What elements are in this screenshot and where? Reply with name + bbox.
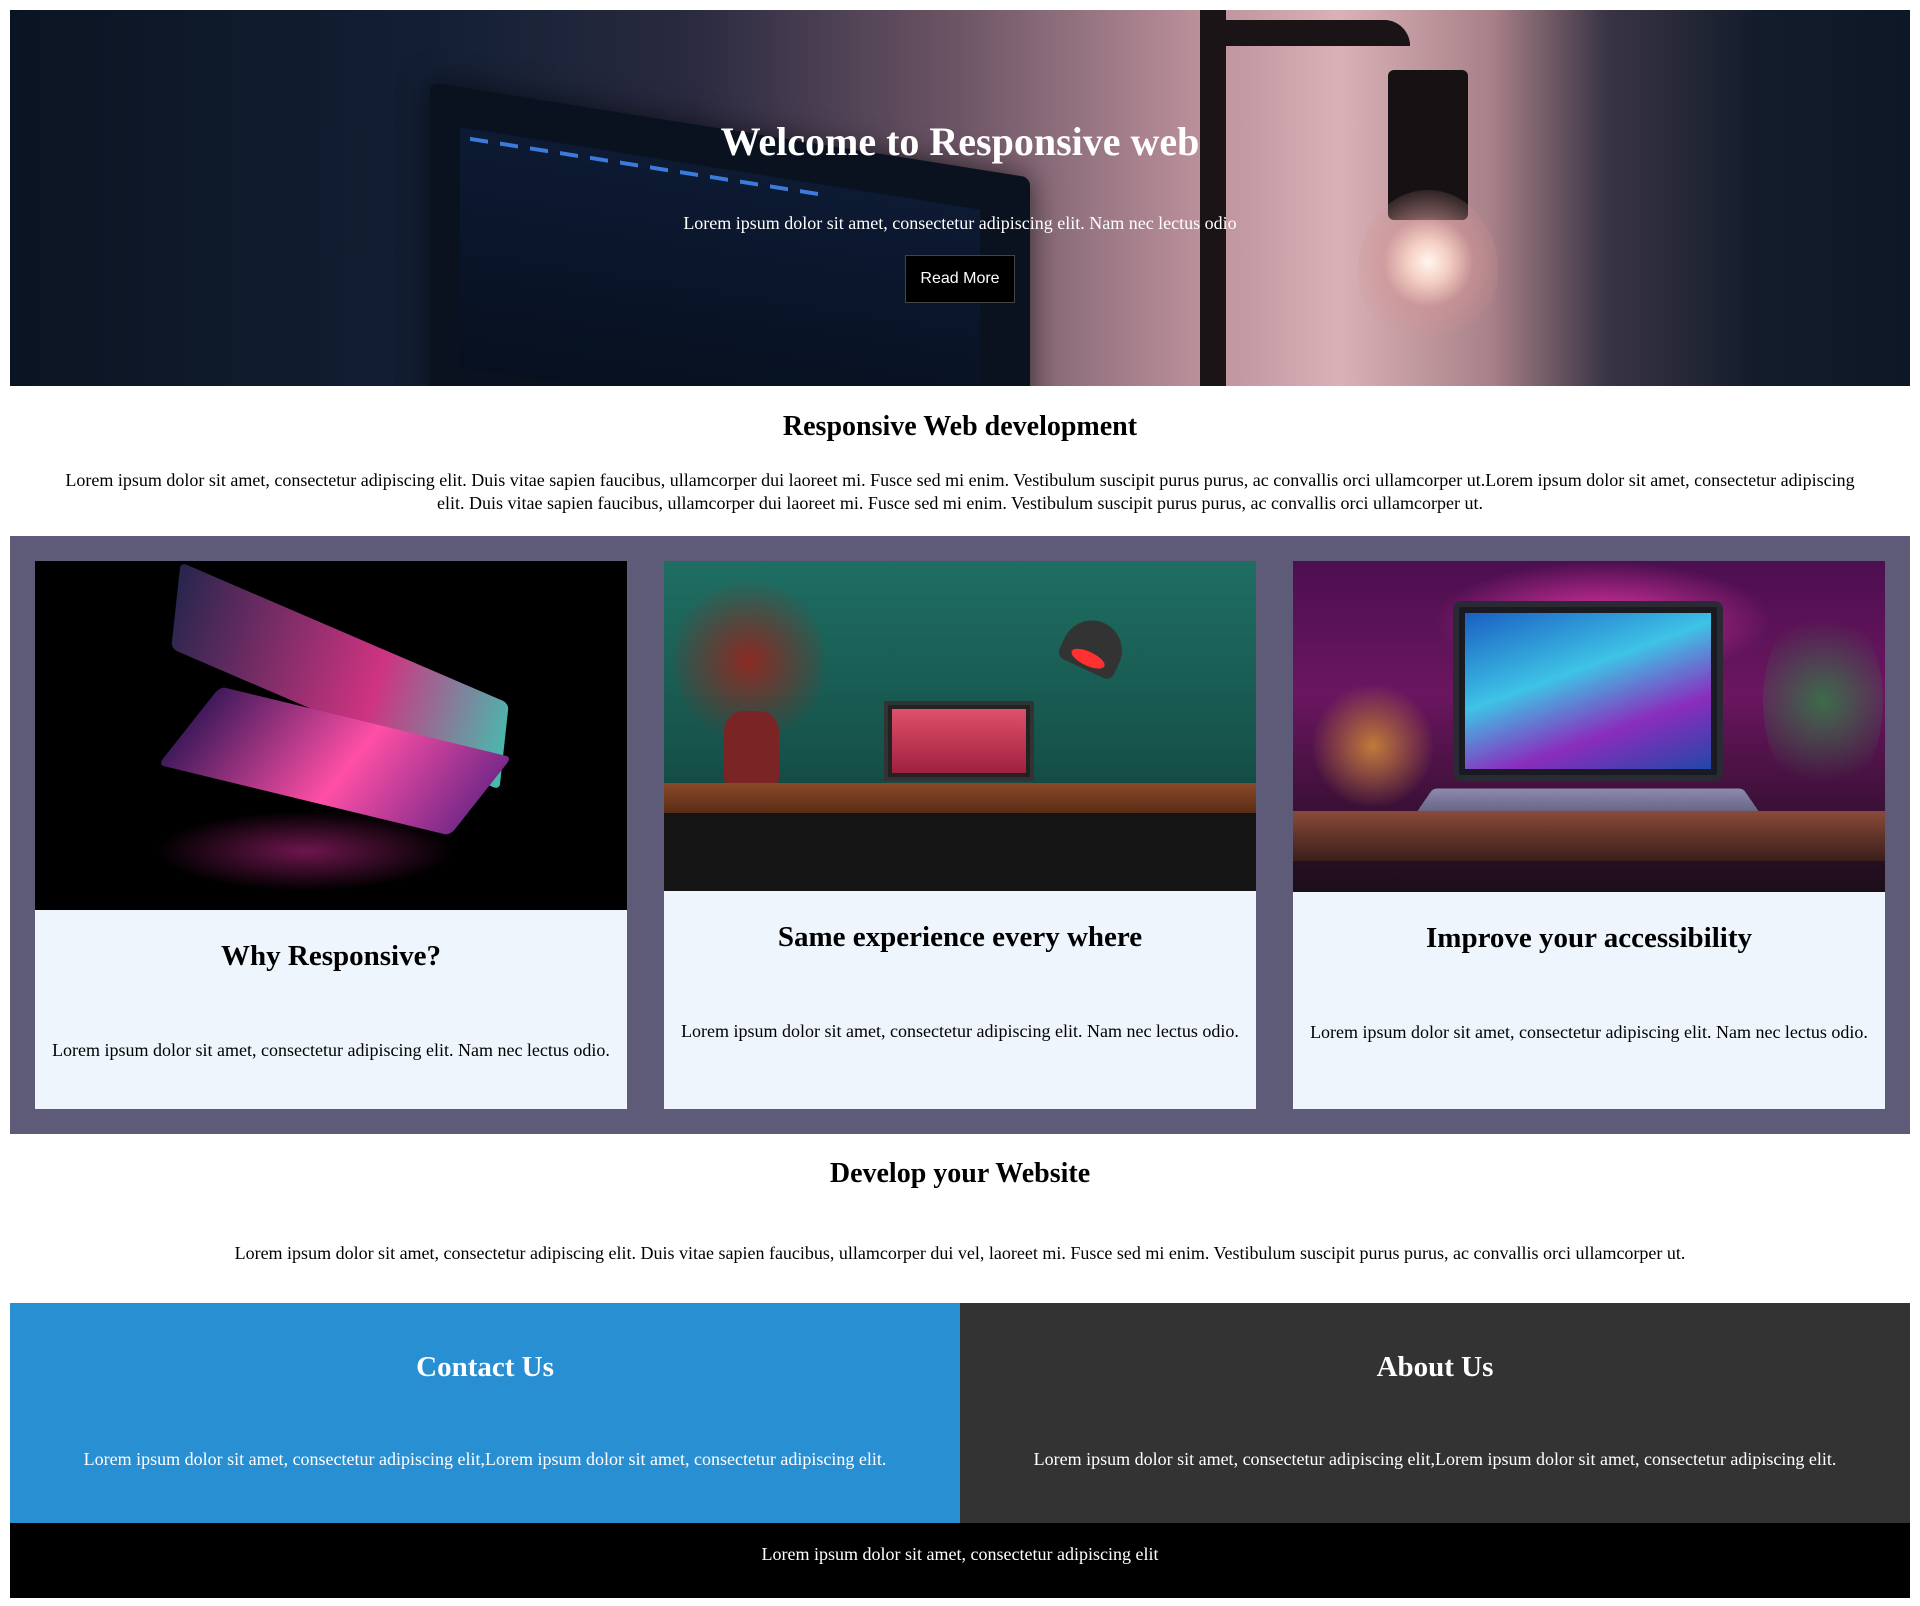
neon-laptop-image (1293, 561, 1885, 892)
hero-lamp-image (1200, 10, 1226, 386)
hero-subtitle: Lorem ipsum dolor sit amet, consectetur … (683, 213, 1237, 233)
card-title: Same experience every where (777, 921, 1143, 953)
card-text: Lorem ipsum dolor sit amet, consectetur … (52, 1040, 610, 1060)
card-title: Why Responsive? (221, 940, 441, 972)
card-text: Lorem ipsum dolor sit amet, consectetur … (1310, 1022, 1868, 1042)
contact-title: Contact Us (416, 1351, 554, 1383)
cards-section: Why Responsive? Lorem ipsum dolor sit am… (10, 536, 1910, 1134)
contact-text: Lorem ipsum dolor sit amet, consectetur … (83, 1449, 887, 1469)
card-accessibility: Improve your accessibility Lorem ipsum d… (1293, 561, 1885, 1109)
develop-title: Develop your Website (829, 1158, 1091, 1189)
about-panel: About Us Lorem ipsum dolor sit amet, con… (960, 1303, 1910, 1523)
about-title: About Us (1376, 1351, 1494, 1383)
page: Welcome to Responsive web Lorem ipsum do… (10, 10, 1910, 1598)
desk-laptop-image (664, 561, 1256, 891)
card-title: Improve your accessibility (1426, 922, 1752, 954)
read-more-button[interactable]: Read More (905, 255, 1015, 303)
about-text: Lorem ipsum dolor sit amet, consectetur … (1033, 1449, 1837, 1469)
intro-title: Responsive Web development (782, 411, 1138, 442)
intro-text: Lorem ipsum dolor sit amet, consectetur … (65, 470, 1855, 513)
hero-title: Welcome to Responsive web (720, 119, 1200, 164)
card-text: Lorem ipsum dolor sit amet, consectetur … (681, 1021, 1239, 1041)
contact-panel: Contact Us Lorem ipsum dolor sit amet, c… (10, 1303, 960, 1523)
glowing-laptop-image (35, 561, 627, 910)
intro-section: Responsive Web development Lorem ipsum d… (10, 386, 1910, 536)
info-section: Contact Us Lorem ipsum dolor sit amet, c… (10, 1303, 1910, 1523)
card-why-responsive: Why Responsive? Lorem ipsum dolor sit am… (35, 561, 627, 1109)
develop-text: Lorem ipsum dolor sit amet, consectetur … (234, 1243, 1686, 1263)
hero-banner: Welcome to Responsive web Lorem ipsum do… (10, 10, 1910, 386)
card-same-experience: Same experience every where Lorem ipsum … (664, 561, 1256, 1109)
footer: Lorem ipsum dolor sit amet, consectetur … (10, 1523, 1910, 1598)
develop-section: Develop your Website Lorem ipsum dolor s… (10, 1134, 1910, 1303)
footer-text: Lorem ipsum dolor sit amet, consectetur … (761, 1544, 1159, 1564)
